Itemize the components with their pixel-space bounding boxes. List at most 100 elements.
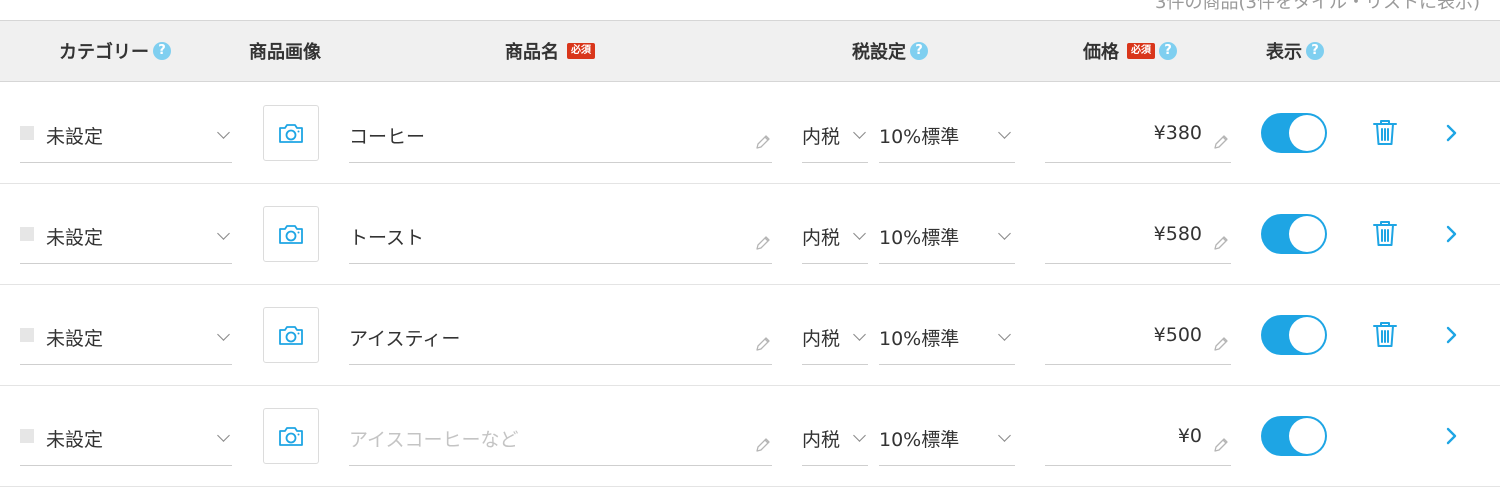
price-value: ¥0 [1177,425,1202,447]
tax-type-value: 内税 [802,328,841,350]
header-category-label: カテゴリー [59,42,149,63]
display-toggle[interactable] [1261,315,1327,355]
header-display: 表示 ? [1250,21,1340,81]
trash-icon [1373,221,1397,246]
header-price-label: 価格 [1083,42,1119,63]
category-color-swatch [20,227,34,241]
chevron-down-icon [853,126,866,139]
category-color-swatch [20,126,34,140]
pencil-icon [1214,337,1228,351]
open-detail-button[interactable] [1444,224,1460,248]
header-price: 価格 必須 ? [1050,21,1210,81]
product-image-button[interactable] [263,408,319,464]
pencil-icon [756,135,770,149]
pencil-icon [1214,236,1228,250]
open-detail-button[interactable] [1444,123,1460,147]
product-image-button[interactable] [263,307,319,363]
table-row: 未設定 コーヒー 内税 10%標準 ¥380 [0,83,1500,184]
header-category: カテゴリー ? [40,21,190,81]
product-image-button[interactable] [263,105,319,161]
chevron-down-icon [217,227,230,240]
header-tax-label: 税設定 [852,42,906,63]
toggle-knob [1289,418,1325,454]
header-name-label: 商品名 [505,42,559,63]
category-color-swatch [20,429,34,443]
help-icon[interactable]: ? [153,42,171,60]
category-select[interactable]: 未設定 [20,210,232,264]
price-value: ¥500 [1153,324,1202,346]
price-input[interactable]: ¥380 [1045,109,1231,163]
display-toggle[interactable] [1261,416,1327,456]
camera-icon [279,124,303,143]
toggle-knob [1289,216,1325,252]
tax-type-select[interactable]: 内税 [802,210,868,264]
delete-button[interactable] [1372,219,1398,253]
toggle-knob [1289,115,1325,151]
tax-type-select[interactable]: 内税 [802,311,868,365]
tax-type-value: 内税 [802,126,841,148]
price-input[interactable]: ¥0 [1045,412,1231,466]
product-image-button[interactable] [263,206,319,262]
required-badge: 必須 [567,43,595,59]
table-row: 未設定 トースト 内税 10%標準 ¥580 [0,184,1500,285]
tax-rate-select[interactable]: 10%標準 [879,412,1015,466]
category-value: 未設定 [46,126,104,148]
chevron-down-icon [853,328,866,341]
delete-button[interactable] [1372,320,1398,354]
table-header: カテゴリー ? 商品画像 商品名 必須 税設定 ? 価格 必須 ? 表示 ? [0,20,1500,82]
header-display-label: 表示 [1266,42,1302,63]
header-name: 商品名 必須 [480,21,620,81]
price-value: ¥380 [1153,122,1202,144]
price-input[interactable]: ¥500 [1045,311,1231,365]
pencil-icon [1214,438,1228,452]
chevron-down-icon [217,126,230,139]
chevron-down-icon [217,328,230,341]
help-icon[interactable]: ? [910,42,928,60]
chevron-down-icon [853,227,866,240]
tax-type-value: 内税 [802,429,841,451]
camera-icon [279,326,303,345]
product-name-input[interactable]: トースト [349,210,772,264]
chevron-down-icon [998,429,1011,442]
tax-rate-select[interactable]: 10%標準 [879,109,1015,163]
product-name-value: コーヒー [349,126,426,148]
delete-button[interactable] [1372,118,1398,152]
header-image-label: 商品画像 [249,42,321,63]
chevron-right-icon [1446,124,1457,142]
tax-type-select[interactable]: 内税 [802,109,868,163]
trash-icon [1373,120,1397,145]
header-image: 商品画像 [240,21,330,81]
product-name-value: トースト [349,227,425,249]
product-name-input[interactable]: コーヒー [349,109,772,163]
category-select[interactable]: 未設定 [20,412,232,466]
pencil-icon [756,438,770,452]
product-name-input[interactable]: アイスティー [349,311,772,365]
tax-rate-select[interactable]: 10%標準 [879,311,1015,365]
category-select[interactable]: 未設定 [20,109,232,163]
tax-rate-value: 10%標準 [879,227,960,249]
product-name-input[interactable]: アイスコーヒーなど [349,412,772,466]
trash-icon [1373,322,1397,347]
chevron-right-icon [1446,225,1457,243]
tax-rate-value: 10%標準 [879,126,960,148]
product-name-value: アイスティー [349,328,461,350]
category-value: 未設定 [46,227,104,249]
summary-bar: 3件の商品(3件をタイル・リストに表示) [0,0,1500,20]
help-icon[interactable]: ? [1306,42,1324,60]
price-input[interactable]: ¥580 [1045,210,1231,264]
product-count: 3件の商品(3件をタイル・リストに表示) [1155,0,1480,13]
display-toggle[interactable] [1261,113,1327,153]
open-detail-button[interactable] [1444,325,1460,349]
tax-rate-select[interactable]: 10%標準 [879,210,1015,264]
header-tax: 税設定 ? [830,21,950,81]
open-detail-button[interactable] [1444,426,1460,450]
chevron-down-icon [217,429,230,442]
display-toggle[interactable] [1261,214,1327,254]
price-value: ¥580 [1153,223,1202,245]
camera-icon [279,225,303,244]
chevron-right-icon [1446,326,1457,344]
category-select[interactable]: 未設定 [20,311,232,365]
chevron-right-icon [1446,427,1457,445]
tax-type-select[interactable]: 内税 [802,412,868,466]
help-icon[interactable]: ? [1159,42,1177,60]
